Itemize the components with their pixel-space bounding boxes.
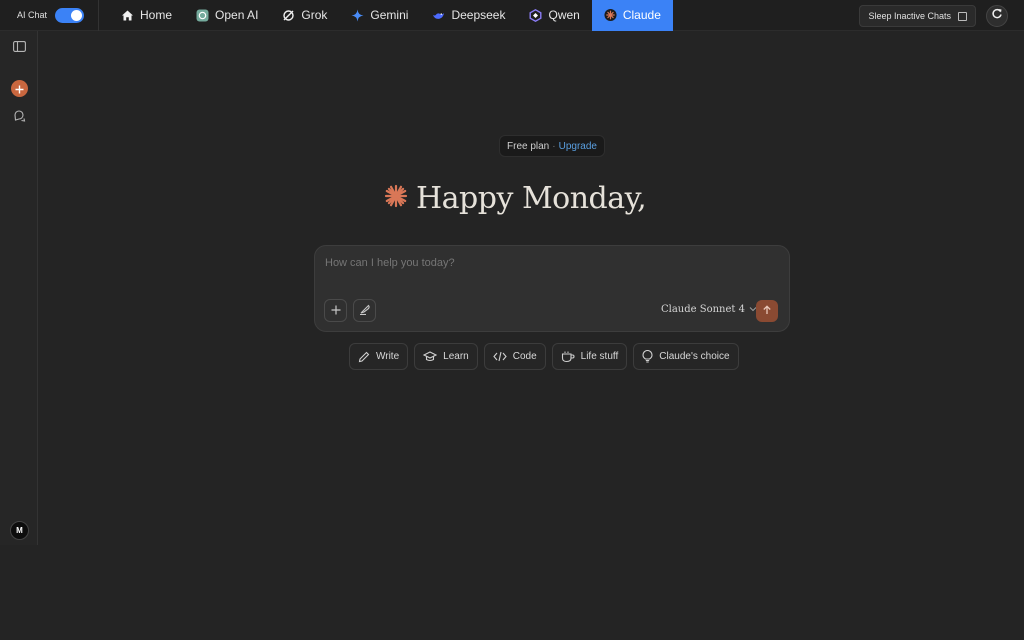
tab-claude-label: Claude — [622, 8, 661, 22]
sleep-inactive-label: Sleep Inactive Chats — [868, 11, 951, 21]
upgrade-link[interactable]: Upgrade — [559, 141, 597, 152]
tab-gemini[interactable]: Gemini — [339, 0, 420, 31]
add-attachment-button[interactable] — [324, 299, 347, 322]
grok-icon — [282, 9, 295, 22]
toggle-sidebar-button[interactable] — [10, 39, 28, 57]
chip-life-stuff-label: Life stuff — [580, 351, 619, 362]
chip-code-label: Code — [512, 351, 537, 362]
qwen-icon — [529, 8, 542, 22]
tools-button[interactable] — [353, 299, 376, 322]
tab-home[interactable]: Home — [109, 0, 184, 31]
pencil-icon — [358, 351, 370, 363]
model-selector[interactable]: Claude Sonnet 4 — [661, 304, 757, 315]
sleep-inactive-chats[interactable]: Sleep Inactive Chats — [859, 5, 976, 27]
chip-write[interactable]: Write — [349, 343, 409, 370]
chip-write-label: Write — [376, 351, 400, 362]
tab-gemini-label: Gemini — [370, 8, 409, 22]
chip-code[interactable]: Code — [483, 343, 546, 370]
ai-chat-toggle-group: AI Chat — [0, 0, 100, 31]
tab-qwen-label: Qwen — [548, 8, 580, 22]
chip-learn-label: Learn — [443, 351, 469, 362]
sidebar-panel-icon — [12, 39, 26, 57]
coffee-cup-icon — [561, 351, 575, 363]
code-icon — [493, 351, 507, 362]
refresh-icon — [991, 7, 1003, 25]
tab-strip: Home Open AI Grok Gemini Deepseek Qwen C… — [109, 0, 673, 31]
chip-claudes-choice[interactable]: Claude's choice — [633, 343, 739, 370]
ai-chat-toggle[interactable] — [55, 7, 85, 23]
plan-label: Free plan — [507, 140, 550, 152]
new-chat-button[interactable] — [11, 80, 28, 97]
ai-chat-label: AI Chat — [17, 10, 48, 20]
chats-button[interactable] — [10, 109, 28, 127]
claude-icon — [604, 8, 617, 22]
tab-grok[interactable]: Grok — [270, 0, 339, 31]
message-input[interactable] — [325, 257, 765, 269]
greeting-text: Happy Monday, — [416, 180, 647, 216]
chat-bubbles-icon — [13, 109, 26, 127]
plan-badge: Free plan · Upgrade — [499, 135, 605, 157]
refresh-button[interactable] — [986, 5, 1008, 27]
arrow-up-icon — [762, 302, 772, 320]
composer: Claude Sonnet 4 — [314, 245, 790, 332]
quill-icon — [359, 302, 371, 320]
tab-deepseek-label: Deepseek — [451, 8, 506, 22]
tab-openai-label: Open AI — [215, 8, 259, 22]
avatar[interactable]: M — [10, 521, 29, 540]
tab-qwen[interactable]: Qwen — [517, 0, 591, 31]
gemini-icon — [351, 9, 364, 22]
graduation-cap-icon — [423, 350, 438, 363]
plus-icon — [15, 82, 24, 96]
claude-spark-icon — [384, 184, 408, 213]
tab-claude[interactable]: Claude — [591, 0, 673, 31]
openai-icon — [196, 9, 209, 22]
sidebar: M — [0, 31, 38, 545]
top-right-controls: Sleep Inactive Chats — [859, 5, 1008, 27]
tab-openai[interactable]: Open AI — [184, 0, 270, 31]
greeting: Happy Monday, — [384, 176, 647, 220]
tab-grok-label: Grok — [301, 8, 328, 22]
sleep-inactive-checkbox[interactable] — [958, 11, 967, 21]
plan-separator: · — [552, 140, 556, 152]
bottom-area — [0, 545, 1024, 640]
tab-home-label: Home — [140, 8, 173, 22]
chip-learn[interactable]: Learn — [414, 343, 478, 370]
chip-life-stuff[interactable]: Life stuff — [551, 343, 628, 370]
chip-claudes-choice-label: Claude's choice — [659, 351, 730, 362]
model-label: Claude Sonnet 4 — [661, 304, 745, 315]
home-icon — [121, 9, 134, 22]
plus-icon — [331, 302, 341, 320]
lightbulb-icon — [642, 350, 653, 363]
send-button[interactable] — [756, 300, 778, 322]
top-bar: AI Chat Home Open AI Grok Gemini Deepsee… — [0, 0, 1024, 31]
tab-deepseek[interactable]: Deepseek — [420, 0, 517, 31]
deepseek-icon — [432, 9, 445, 22]
suggestion-chips: Write Learn Code Life stuff Claude's cho… — [349, 343, 739, 370]
